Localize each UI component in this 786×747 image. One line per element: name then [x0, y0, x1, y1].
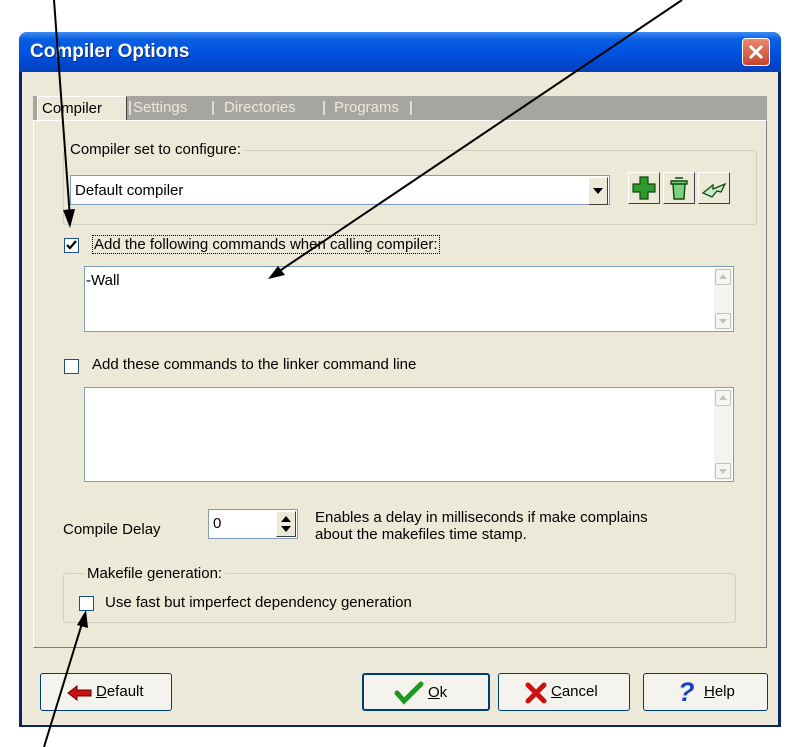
- annotation-line: [43, 616, 85, 747]
- annotation-line: [53, 0, 71, 219]
- annotation-arrows: [43, 0, 683, 747]
- annotation-arrowhead: [77, 610, 88, 628]
- annotation-line: [274, 0, 683, 275]
- annotation-arrowhead: [63, 209, 75, 228]
